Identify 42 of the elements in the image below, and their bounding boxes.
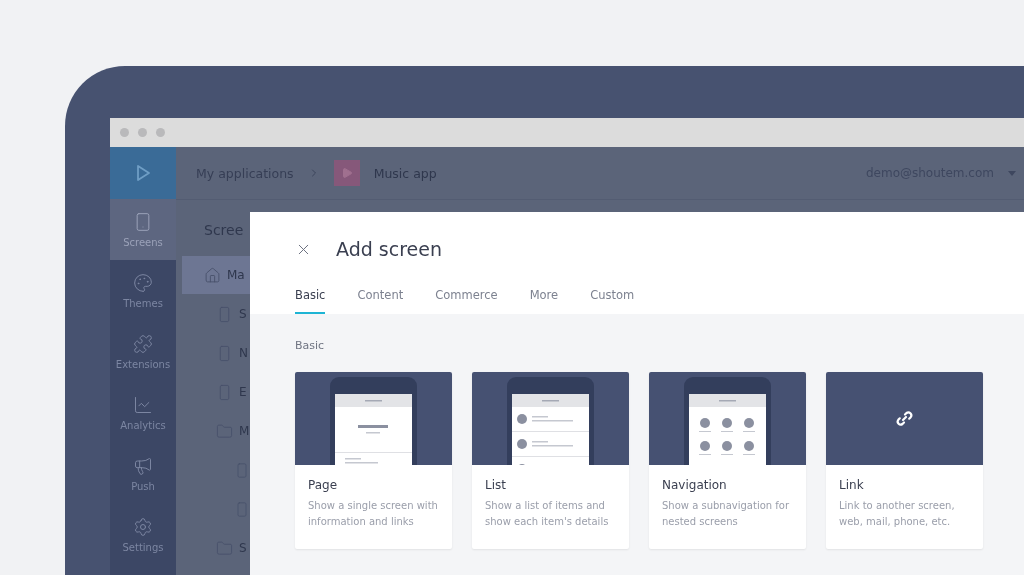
sidebar-item-icon xyxy=(133,333,153,354)
sidebar-item[interactable]: Push xyxy=(110,443,176,504)
sidebar-item-icon xyxy=(133,455,153,476)
window-dot[interactable] xyxy=(156,128,165,137)
tab[interactable]: Commerce xyxy=(435,280,498,314)
sidebar-item[interactable]: Extensions xyxy=(110,321,176,382)
card-title: List xyxy=(485,478,507,492)
tab[interactable]: Basic xyxy=(295,280,326,314)
sidebar-item[interactable]: Themes xyxy=(110,260,176,321)
screen-type-card[interactable]: Link Link to another screen, web, mail, phone, etc. xyxy=(826,372,983,549)
window-dot[interactable] xyxy=(120,128,129,137)
screen-type-card[interactable]: Page Show a single screen with information and links xyxy=(295,372,452,549)
home-icon xyxy=(204,266,221,284)
card-title: Link xyxy=(839,478,865,492)
sidebar-item-icon xyxy=(133,516,153,537)
screen-icon xyxy=(234,461,250,479)
tab[interactable]: Content xyxy=(357,280,404,314)
sidebar-item[interactable]: Settings xyxy=(110,504,176,565)
screen-type-card[interactable]: List Show a list of items and show each item's details xyxy=(472,372,629,549)
window-dot[interactable] xyxy=(138,128,147,137)
screen-name: Ma xyxy=(227,268,245,282)
tab[interactable]: Custom xyxy=(590,280,635,314)
card-title: Page xyxy=(308,478,339,492)
sidebar-item[interactable]: Analytics xyxy=(110,382,176,443)
screen-type-card[interactable]: Navigation Show a subnavigation for nested screens xyxy=(649,372,806,549)
sidebar-item[interactable]: Screens xyxy=(110,199,176,260)
screen-icon xyxy=(234,500,250,518)
screen-list-item[interactable]: Ma xyxy=(182,256,250,294)
section-heading: Basic xyxy=(295,339,326,352)
app-icon xyxy=(333,160,360,186)
tab[interactable]: More xyxy=(529,280,559,314)
card-title: Navigation xyxy=(662,478,728,492)
sidebar-item-icon xyxy=(133,272,153,293)
sidebar-item-icon xyxy=(133,394,153,415)
logo[interactable] xyxy=(110,147,176,199)
play-triangle-icon xyxy=(134,164,152,182)
caret-icon[interactable] xyxy=(1008,170,1016,176)
card-description: Show a subnavigation for nested screens xyxy=(662,499,791,529)
card-description: Show a single screen with information and links xyxy=(308,499,439,529)
card-description: Show a list of items and show each item's details xyxy=(485,499,610,529)
dialog-title: Add screen xyxy=(336,238,442,260)
card-description: Link to another screen, web, mail, phone, etc. xyxy=(839,499,956,529)
